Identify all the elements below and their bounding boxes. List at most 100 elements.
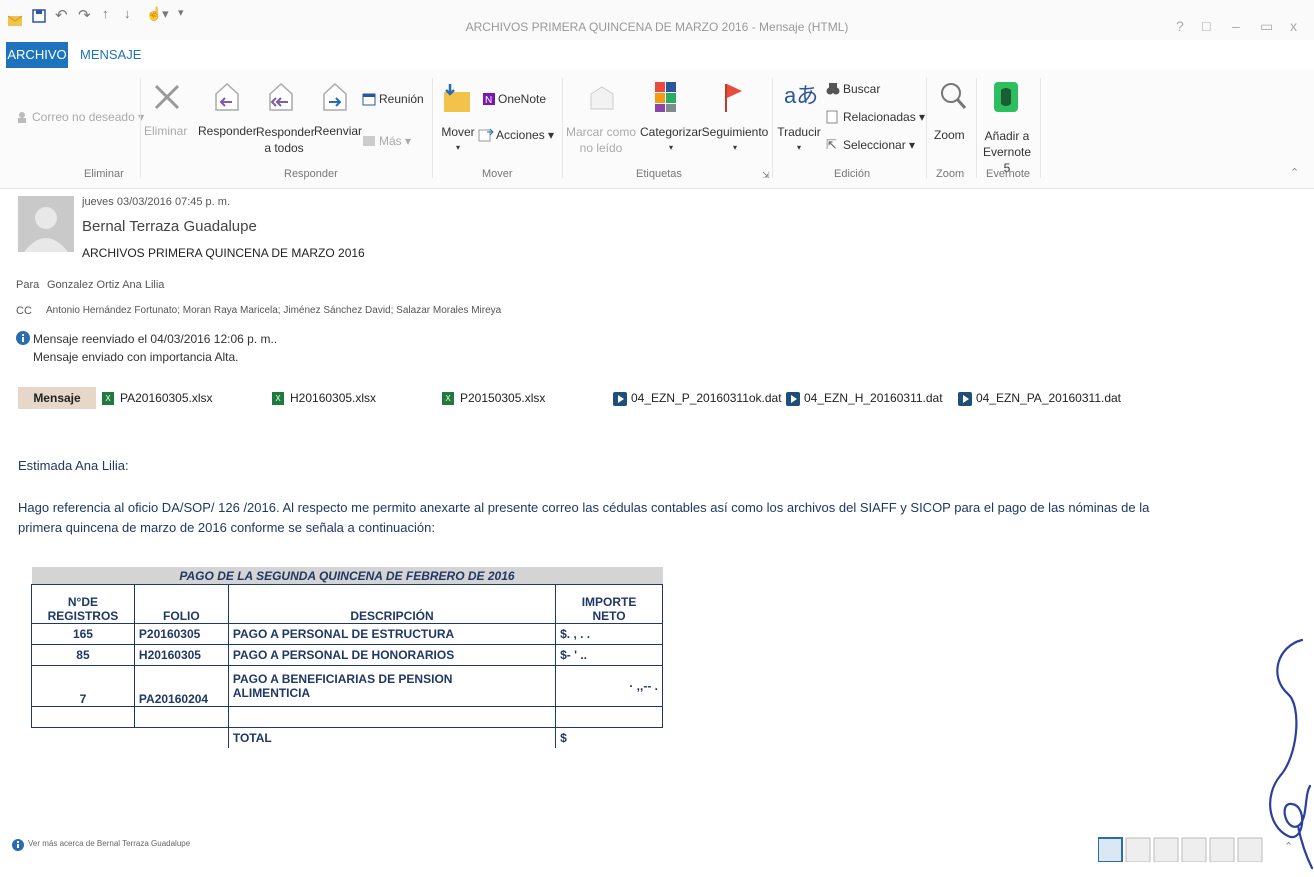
collapse-ribbon-icon[interactable]: ⌃ <box>1290 166 1299 179</box>
cell-folio: H20160305 <box>133 644 229 666</box>
cell-folio: P20160305 <box>133 623 229 645</box>
close-button[interactable]: x <box>1290 18 1297 34</box>
table-total-row: TOTAL $ <box>32 727 663 748</box>
group-label-zoom: Zoom <box>936 168 965 180</box>
cc-label: CC <box>16 305 32 317</box>
zoom-icon <box>938 80 968 119</box>
junk-button[interactable]: Correo no deseado ▾ <box>32 110 144 124</box>
table-row: 85 H20160305 PAGO A PERSONAL DE HONORARI… <box>31 644 663 666</box>
tab-archivo[interactable]: ARCHIVO <box>6 42 68 68</box>
categorize-button[interactable]: Categorizar ▾ <box>636 124 706 156</box>
minimize-button[interactable]: – <box>1232 18 1240 34</box>
etiquetas-launcher-icon[interactable]: ⇲ <box>762 170 770 181</box>
down-icon[interactable]: ↓ <box>124 6 131 21</box>
header-importe: IMPORTE NETO <box>555 584 663 624</box>
separator <box>926 78 927 178</box>
reply-all-button[interactable]: Responder a todos <box>256 124 315 156</box>
dat-file-icon <box>958 391 972 406</box>
cell-importe: $- ' .. <box>555 644 663 666</box>
people-pane-icon <box>12 838 24 856</box>
zoom-button[interactable]: Zoom <box>934 128 965 142</box>
find-button[interactable]: Buscar <box>843 82 880 96</box>
move-icon <box>442 82 472 121</box>
more-button[interactable]: Más ▾ <box>379 134 411 148</box>
cell-importe: · ,,-- . <box>555 665 663 707</box>
onenote-button[interactable]: OneNote <box>498 92 546 106</box>
mark-unread-label-1: Marcar como <box>566 125 637 139</box>
handwritten-signature <box>1258 636 1314 877</box>
to-label: Para <box>16 279 40 291</box>
up-icon[interactable]: ↑ <box>102 6 109 21</box>
info-forwarded: Mensaje reenviado el 04/03/2016 12:06 p.… <box>33 332 278 346</box>
categorize-label: Categorizar <box>639 125 703 139</box>
select-button[interactable]: Seleccionar ▾ <box>843 138 915 152</box>
related-button[interactable]: Relacionadas ▾ <box>843 110 925 124</box>
mark-unread-button[interactable]: Marcar como no leído <box>566 124 636 156</box>
delete-icon <box>152 82 182 117</box>
header-registros: N°DE REGISTROS <box>31 584 135 624</box>
meeting-button[interactable]: Reunión <box>379 92 424 106</box>
related-label: Relacionadas <box>843 110 916 124</box>
info-importance: Mensaje enviado con importancia Alta. <box>33 350 239 364</box>
customize-qat-icon[interactable]: ▾ <box>178 6 184 19</box>
categorize-icon <box>654 80 678 119</box>
delete-button[interactable]: Eliminar <box>144 124 187 138</box>
attachment-file[interactable]: X H20160305.xlsx <box>272 387 376 409</box>
table-row <box>31 706 663 728</box>
cell-descripcion: PAGO A PERSONAL DE HONORARIOS <box>227 644 557 666</box>
svg-text:N: N <box>485 95 492 106</box>
group-label-eliminar: Eliminar <box>84 168 124 180</box>
table-caption: PAGO DE LA SEGUNDA QUINCENA DE FEBRERO D… <box>31 567 663 585</box>
junk-icon <box>16 110 28 128</box>
group-label-evernote: Evernote <box>986 168 1031 180</box>
dat-file-icon <box>613 391 627 406</box>
flag-icon <box>722 80 746 119</box>
people-pane-link[interactable]: Ver más acerca de Bernal Terraza Guadalu… <box>28 839 190 848</box>
forward-button[interactable]: Reenviar <box>314 124 362 138</box>
header-descripcion: DESCRIPCIÓN <box>227 584 557 624</box>
table-row: 165 P20160305 PAGO A PERSONAL DE ESTRUCT… <box>31 623 663 645</box>
cc-recipients[interactable]: Antonio Hernández Fortunato; Moran Raya … <box>46 305 501 316</box>
move-label: Mover <box>441 125 475 139</box>
help-button[interactable]: ? <box>1176 18 1184 34</box>
separator <box>772 78 773 178</box>
actions-button[interactable]: Acciones ▾ <box>496 128 554 142</box>
attachment-file[interactable]: 04_EZN_PA_20160311.dat <box>958 387 1121 409</box>
greeting: Estimada Ana Lilia: <box>18 458 129 473</box>
more-label: Más <box>379 134 402 148</box>
attachment-file[interactable]: 04_EZN_H_20160311.dat <box>786 387 943 409</box>
separator <box>140 78 141 178</box>
follow-up-button[interactable]: Seguimiento ▾ <box>700 124 770 156</box>
cell-registros: 85 <box>31 644 135 666</box>
cell-empty <box>133 706 229 728</box>
attachment-file[interactable]: X P20150305.xlsx <box>442 387 545 409</box>
header-registros-line1: N°DE <box>67 595 99 609</box>
group-label-edicion: Edición <box>834 168 871 180</box>
reply-button[interactable]: Responder <box>198 124 257 138</box>
people-avatars[interactable] <box>1097 836 1266 867</box>
header-registros-line2: REGISTROS <box>47 609 119 623</box>
attachment-file[interactable]: 04_EZN_P_20160311ok.dat <box>613 387 782 409</box>
tab-mensaje[interactable]: MENSAJE <box>80 42 141 68</box>
sender-name[interactable]: Bernal Terraza Guadalupe <box>82 218 257 235</box>
excel-icon: X <box>102 392 114 406</box>
cell-descripcion-line2: ALIMENTICIA <box>232 686 311 700</box>
move-button[interactable]: Mover ▾ <box>440 124 476 156</box>
junk-label: Correo no deseado <box>32 110 135 124</box>
sent-date: jueves 03/03/2016 07:45 p. m. <box>82 196 230 208</box>
translate-button[interactable]: Traducir ▾ <box>776 124 822 156</box>
attachment-mensaje[interactable]: Mensaje <box>18 387 96 409</box>
select-icon: ⇱ <box>826 137 837 152</box>
attachment-file[interactable]: X PA20160305.xlsx <box>102 387 213 409</box>
translate-icon: aあ <box>784 83 819 108</box>
cell-descripcion-line1: PAGO A BENEFICIARIAS DE PENSION <box>232 672 453 686</box>
to-recipient[interactable]: Gonzalez Ortiz Ana Lilia <box>47 279 164 291</box>
select-label: Seleccionar <box>843 138 906 152</box>
ribbon-display-button[interactable]: □ <box>1202 18 1210 34</box>
body-paragraph-line2: primera quincena de marzo de 2016 confor… <box>18 520 435 535</box>
actions-label: Acciones <box>496 128 545 142</box>
meeting-icon <box>362 92 376 111</box>
table-row: 7 PA20160204 PAGO A BENEFICIARIAS DE PEN… <box>31 665 663 707</box>
maximize-button[interactable]: ▭ <box>1260 18 1273 35</box>
reply-all-icon <box>266 80 296 119</box>
